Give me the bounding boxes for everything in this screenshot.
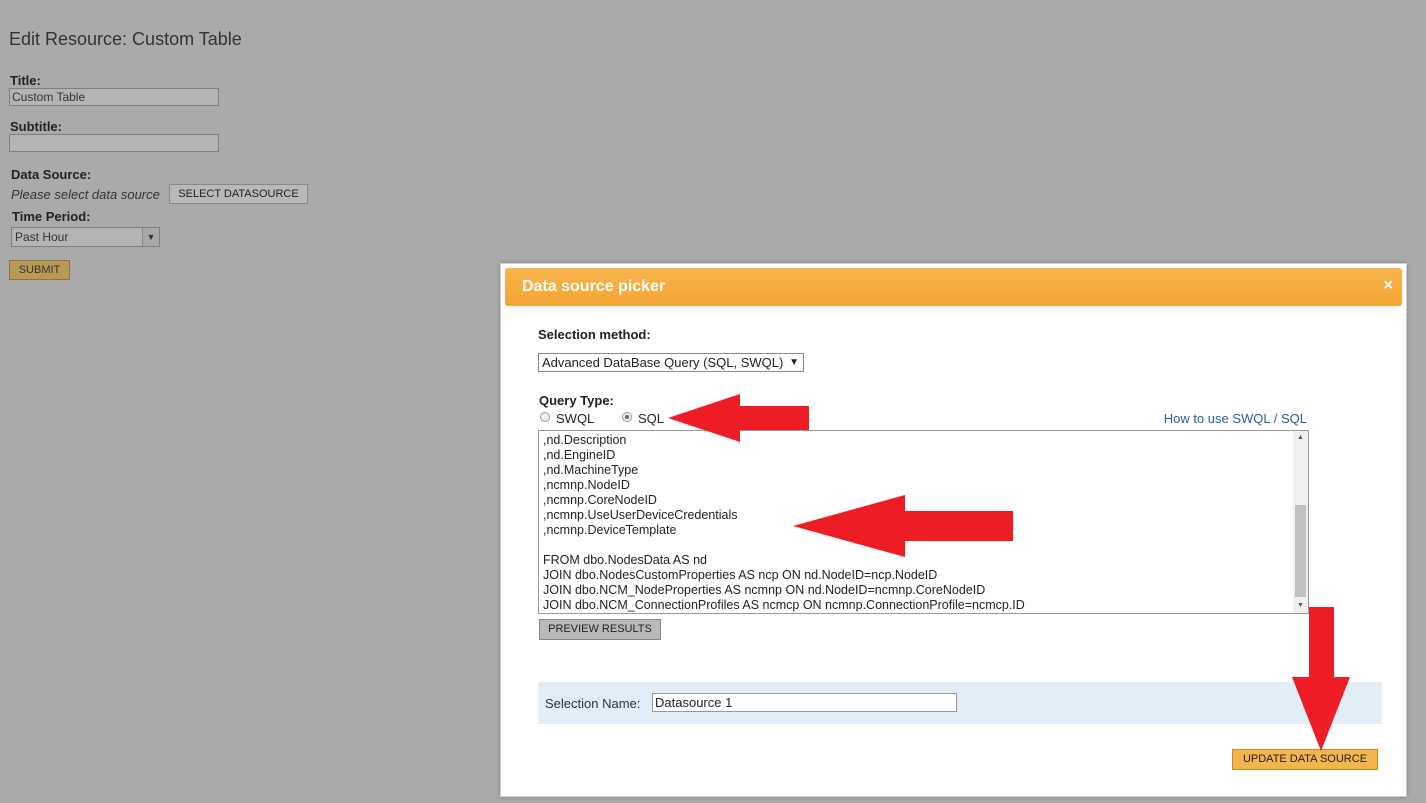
annotation-arrow-sql: [668, 394, 809, 442]
query-line: JOIN dbo.NCM_NodeProperties AS ncmnp ON …: [543, 583, 986, 597]
select-datasource-button[interactable]: SELECT DATASOURCE: [169, 184, 308, 204]
subtitle-input[interactable]: [9, 134, 219, 152]
query-line: JOIN dbo.NCM_ConnectionProfiles AS ncmcp…: [543, 598, 1025, 612]
preview-results-button[interactable]: PREVIEW RESULTS: [539, 619, 661, 640]
title-label: Title:: [10, 73, 41, 88]
how-to-use-link[interactable]: How to use SWQL / SQL: [1164, 411, 1307, 426]
query-line: ,nd.MachineType: [543, 463, 639, 477]
dropdown-arrow-icon: ▼: [789, 357, 799, 368]
close-icon[interactable]: ×: [1384, 277, 1393, 295]
query-type-label: Query Type:: [539, 393, 614, 408]
dialog-title: Data source picker: [522, 278, 666, 295]
submit-button[interactable]: SUBMIT: [9, 260, 70, 280]
scroll-up-icon[interactable]: ▲: [1293, 431, 1308, 445]
selection-name-input[interactable]: Datasource 1: [652, 693, 957, 712]
sql-radio-label: SQL: [638, 411, 665, 426]
datasource-label: Data Source:: [11, 167, 92, 182]
time-period-value: Past Hour: [15, 230, 69, 244]
query-line: JOIN dbo.NodesCustomProperties AS ncp ON…: [543, 568, 938, 582]
scrollbar-thumb[interactable]: [1295, 505, 1306, 597]
title-input[interactable]: Custom Table: [9, 88, 219, 106]
dialog-header: Data source picker ×: [505, 268, 1402, 306]
sql-radio[interactable]: [622, 412, 632, 422]
swql-radio-label: SWQL: [556, 411, 595, 426]
selection-method-value: Advanced DataBase Query (SQL, SWQL): [542, 355, 784, 370]
subtitle-label: Subtitle:: [10, 119, 62, 134]
query-scrollbar[interactable]: ▲ ▼: [1293, 431, 1308, 613]
datasource-hint: Please select data source: [11, 187, 160, 202]
time-period-select[interactable]: Past Hour ▼: [11, 227, 160, 247]
selection-name-row: Selection Name: Datasource 1: [538, 682, 1382, 724]
selection-method-select[interactable]: Advanced DataBase Query (SQL, SWQL) ▼: [538, 353, 804, 372]
selection-method-label: Selection method:: [538, 327, 651, 342]
selection-name-label: Selection Name:: [545, 696, 641, 711]
swql-radio[interactable]: [540, 412, 550, 422]
time-period-label: Time Period:: [12, 209, 91, 224]
query-line: ,nd.EngineID: [543, 448, 616, 462]
annotation-arrow-update: [1292, 607, 1350, 751]
page-title: Edit Resource: Custom Table: [9, 29, 242, 49]
query-line: ,ncmnp.NodeID: [543, 478, 630, 492]
chevron-down-icon: ▼: [142, 228, 159, 246]
annotation-arrow-query: [793, 495, 1013, 557]
